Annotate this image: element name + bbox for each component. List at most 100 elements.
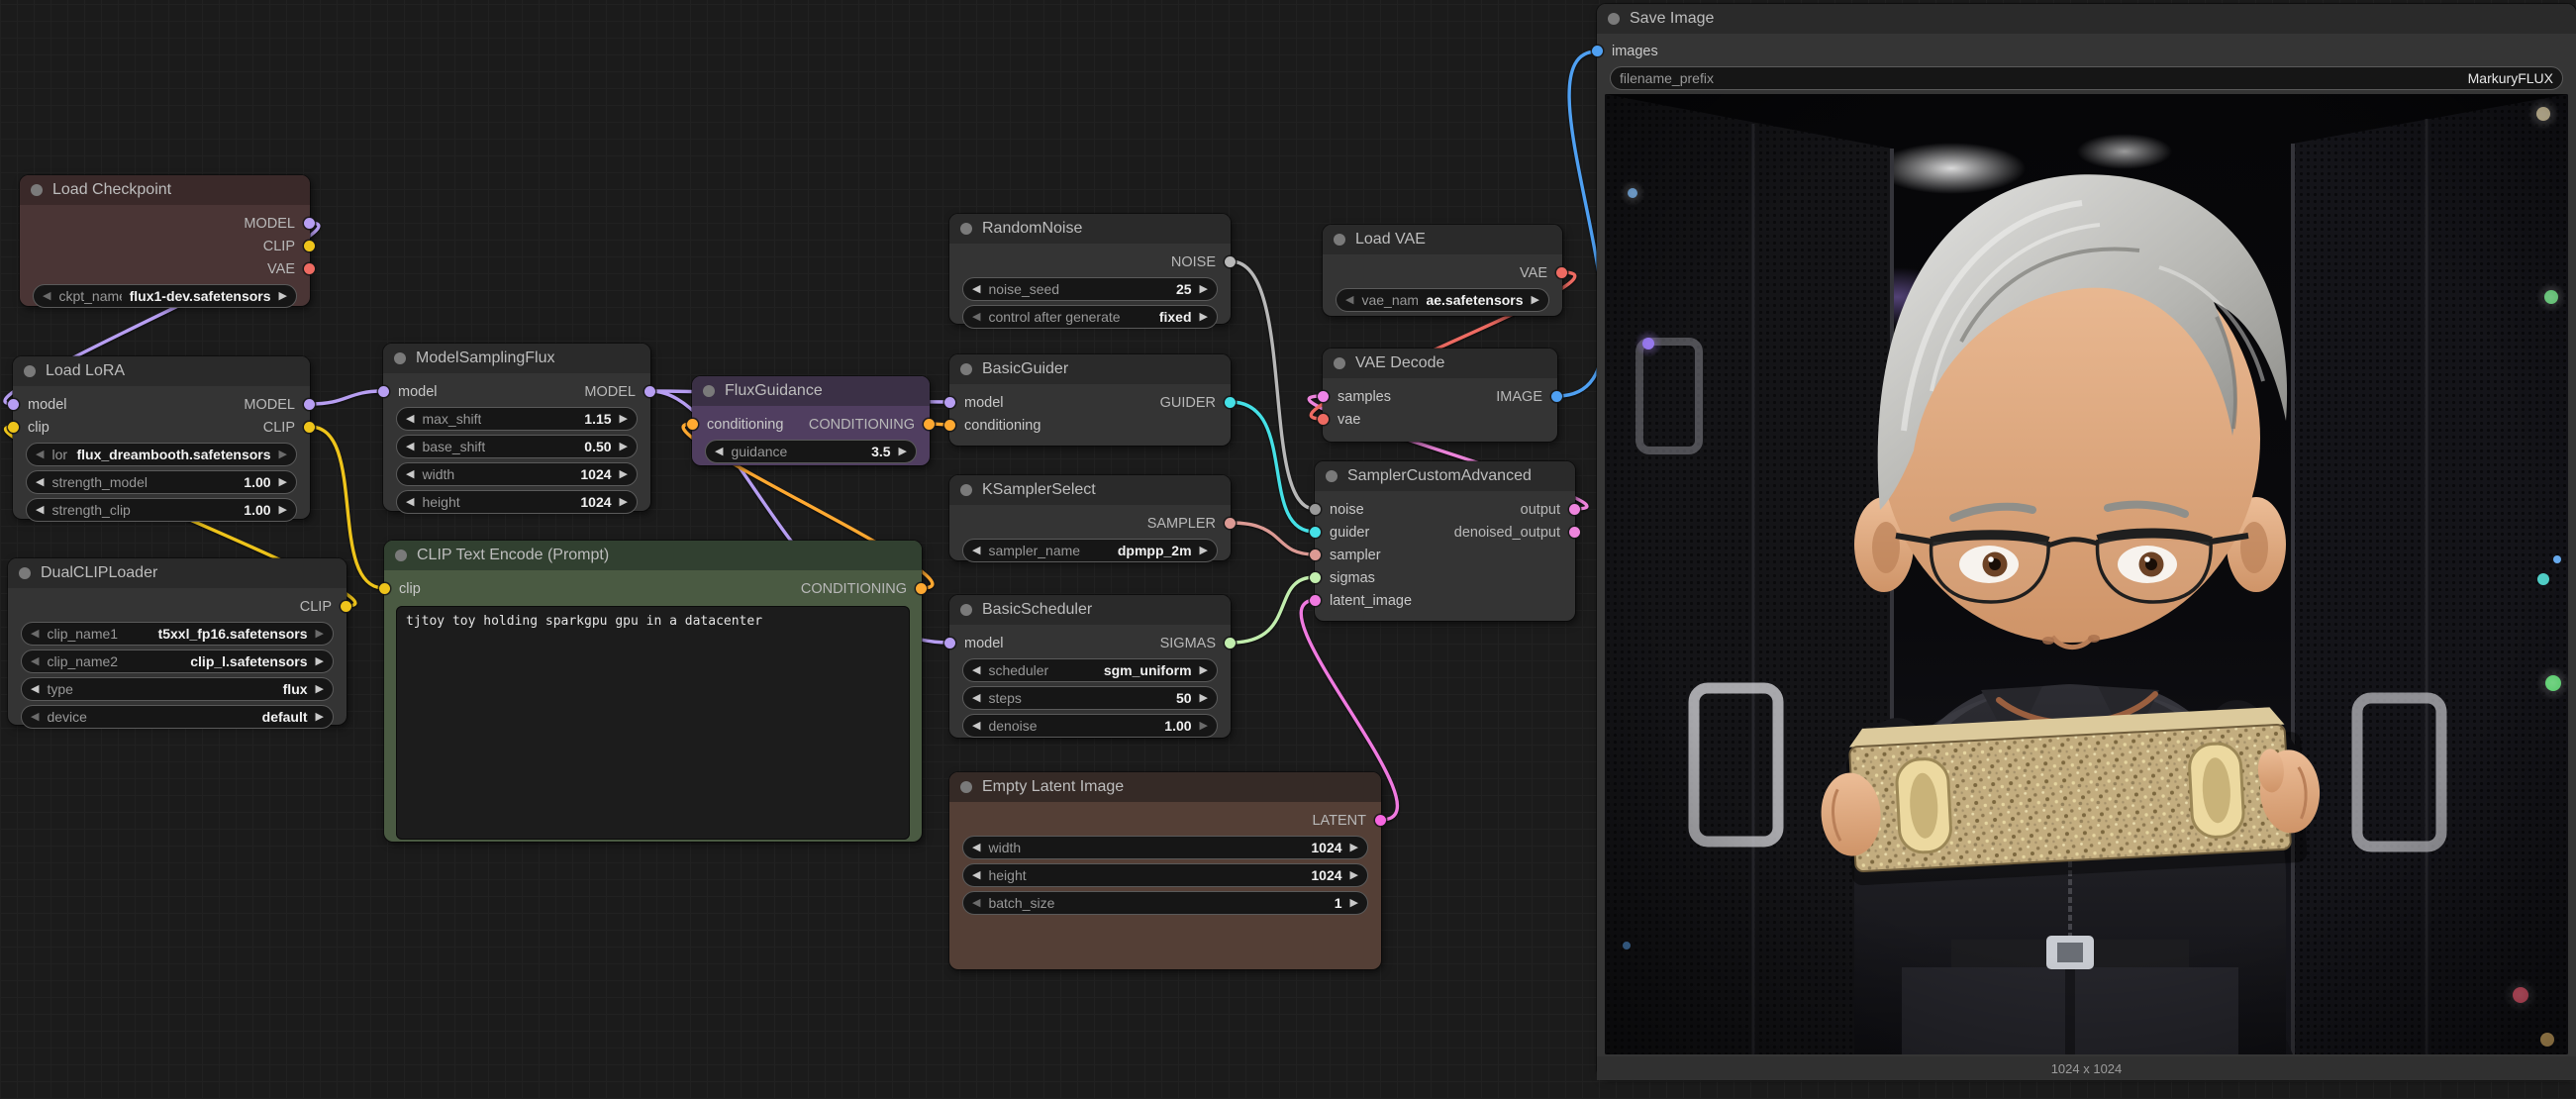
widget-height[interactable]: height 1024 <box>396 490 638 514</box>
node-header[interactable]: Load Checkpoint <box>20 175 310 205</box>
prompt-textarea[interactable]: tjtoy toy holding sparkgpu gpu in a data… <box>396 606 910 840</box>
stepper-left-icon[interactable] <box>972 312 980 323</box>
node-dual-clip-loader[interactable]: DualCLIPLoader CLIP clip_name1 t5xxl_fp1… <box>8 558 347 725</box>
node-load-lora[interactable]: Load LoRA model MODEL clip CLIP lor ... … <box>13 356 310 519</box>
stepper-right-icon[interactable] <box>1350 898 1358 909</box>
stepper-left-icon[interactable] <box>31 712 39 723</box>
output-dot-clip[interactable] <box>341 601 351 612</box>
stepper-right-icon[interactable] <box>279 450 287 460</box>
widget-device[interactable]: device default <box>21 705 334 729</box>
node-header[interactable]: BasicScheduler <box>949 595 1231 625</box>
stepper-left-icon[interactable] <box>1345 295 1353 306</box>
widget-lora-name[interactable]: lor ... flux_dreambooth.safetensors <box>26 443 297 466</box>
input-dot-model[interactable] <box>944 397 955 408</box>
widget-type[interactable]: type flux <box>21 677 334 701</box>
collapse-dot[interactable] <box>1608 13 1620 25</box>
input-dot-guider[interactable] <box>1310 527 1321 538</box>
node-header[interactable]: BasicGuider <box>949 354 1231 384</box>
node-header[interactable]: Load LoRA <box>13 356 310 386</box>
collapse-dot[interactable] <box>960 484 972 496</box>
stepper-left-icon[interactable] <box>406 414 414 425</box>
widget-height[interactable]: height 1024 <box>962 863 1368 887</box>
input-dot-conditioning[interactable] <box>944 420 955 431</box>
output-dot-vae[interactable] <box>1556 267 1567 278</box>
widget-scheduler[interactable]: scheduler sgm_uniform <box>962 658 1218 682</box>
input-dot-model[interactable] <box>944 638 955 649</box>
widget-width[interactable]: width 1024 <box>962 836 1368 859</box>
stepper-left-icon[interactable] <box>972 693 980 704</box>
node-header[interactable]: KSamplerSelect <box>949 475 1231 505</box>
stepper-left-icon[interactable] <box>36 450 44 460</box>
widget-noise-seed[interactable]: noise_seed 25 <box>962 277 1218 301</box>
node-model-sampling-flux[interactable]: ModelSamplingFlux model MODEL max_shift … <box>383 344 650 511</box>
widget-filename-prefix[interactable]: filename_prefix MarkuryFLUX <box>1610 66 2563 90</box>
node-load-checkpoint[interactable]: Load Checkpoint MODEL CLIP VAE ckpt_name… <box>20 175 310 306</box>
widget-max-shift[interactable]: max_shift 1.15 <box>396 407 638 431</box>
stepper-right-icon[interactable] <box>1200 284 1208 295</box>
widget-vae-name[interactable]: vae_name ae.safetensors <box>1336 288 1549 312</box>
node-basic-scheduler[interactable]: BasicScheduler model SIGMAS scheduler sg… <box>949 595 1231 738</box>
stepper-right-icon[interactable] <box>1200 693 1208 704</box>
node-header[interactable]: CLIP Text Encode (Prompt) <box>384 541 922 570</box>
node-flux-guidance[interactable]: FluxGuidance conditioning CONDITIONING g… <box>692 376 930 465</box>
collapse-dot[interactable] <box>960 363 972 375</box>
widget-steps[interactable]: steps 50 <box>962 686 1218 710</box>
collapse-dot[interactable] <box>960 223 972 235</box>
widget-denoise[interactable]: denoise 1.00 <box>962 714 1218 738</box>
stepper-right-icon[interactable] <box>279 505 287 516</box>
collapse-dot[interactable] <box>960 781 972 793</box>
stepper-right-icon[interactable] <box>1200 546 1208 556</box>
stepper-left-icon[interactable] <box>972 843 980 853</box>
input-dot-sampler[interactable] <box>1310 550 1321 560</box>
collapse-dot[interactable] <box>960 604 972 616</box>
stepper-right-icon[interactable] <box>899 447 907 457</box>
stepper-left-icon[interactable] <box>972 721 980 732</box>
node-load-vae[interactable]: Load VAE VAE vae_name ae.safetensors <box>1323 225 1562 316</box>
stepper-right-icon[interactable] <box>1200 665 1208 676</box>
collapse-dot[interactable] <box>703 385 715 397</box>
node-header[interactable]: Empty Latent Image <box>949 772 1381 802</box>
widget-guidance[interactable]: guidance 3.5 <box>705 440 917 463</box>
node-header[interactable]: Load VAE <box>1323 225 1562 254</box>
node-clip-text-encode[interactable]: CLIP Text Encode (Prompt) clip CONDITION… <box>384 541 922 842</box>
output-dot-output[interactable] <box>1569 504 1580 515</box>
widget-ckpt-name[interactable]: ckpt_name flux1-dev.safetensors <box>33 284 297 308</box>
widget-strength-model[interactable]: strength_model 1.00 <box>26 470 297 494</box>
stepper-right-icon[interactable] <box>620 497 628 508</box>
collapse-dot[interactable] <box>1326 470 1338 482</box>
node-basic-guider[interactable]: BasicGuider model GUIDER conditioning <box>949 354 1231 446</box>
stepper-right-icon[interactable] <box>1200 721 1208 732</box>
stepper-right-icon[interactable] <box>316 712 324 723</box>
collapse-dot[interactable] <box>395 550 407 561</box>
input-dot-noise[interactable] <box>1310 504 1321 515</box>
stepper-right-icon[interactable] <box>316 684 324 695</box>
stepper-right-icon[interactable] <box>620 469 628 480</box>
output-dot-conditioning[interactable] <box>924 419 935 430</box>
input-dot-conditioning[interactable] <box>687 419 698 430</box>
stepper-left-icon[interactable] <box>972 546 980 556</box>
input-dot-model[interactable] <box>378 386 389 397</box>
stepper-right-icon[interactable] <box>1532 295 1539 306</box>
stepper-left-icon[interactable] <box>972 665 980 676</box>
input-dot-latent-image[interactable] <box>1310 595 1321 606</box>
input-dot-vae[interactable] <box>1318 414 1329 425</box>
stepper-right-icon[interactable] <box>279 291 287 302</box>
stepper-right-icon[interactable] <box>620 442 628 452</box>
input-dot-clip[interactable] <box>379 583 390 594</box>
stepper-left-icon[interactable] <box>36 477 44 488</box>
node-header[interactable]: FluxGuidance <box>692 376 930 406</box>
widget-clip-name2[interactable]: clip_name2 clip_l.safetensors <box>21 649 334 673</box>
stepper-right-icon[interactable] <box>1200 312 1208 323</box>
stepper-left-icon[interactable] <box>715 447 723 457</box>
output-dot-clip[interactable] <box>304 422 315 433</box>
input-dot-clip[interactable] <box>8 422 19 433</box>
input-dot-samples[interactable] <box>1318 391 1329 402</box>
output-dot-model[interactable] <box>644 386 655 397</box>
input-dot-model[interactable] <box>8 399 19 410</box>
node-header[interactable]: VAE Decode <box>1323 349 1557 378</box>
stepper-left-icon[interactable] <box>36 505 44 516</box>
node-header[interactable]: DualCLIPLoader <box>8 558 347 588</box>
widget-base-shift[interactable]: base_shift 0.50 <box>396 435 638 458</box>
output-dot-noise[interactable] <box>1225 256 1236 267</box>
widget-width[interactable]: width 1024 <box>396 462 638 486</box>
